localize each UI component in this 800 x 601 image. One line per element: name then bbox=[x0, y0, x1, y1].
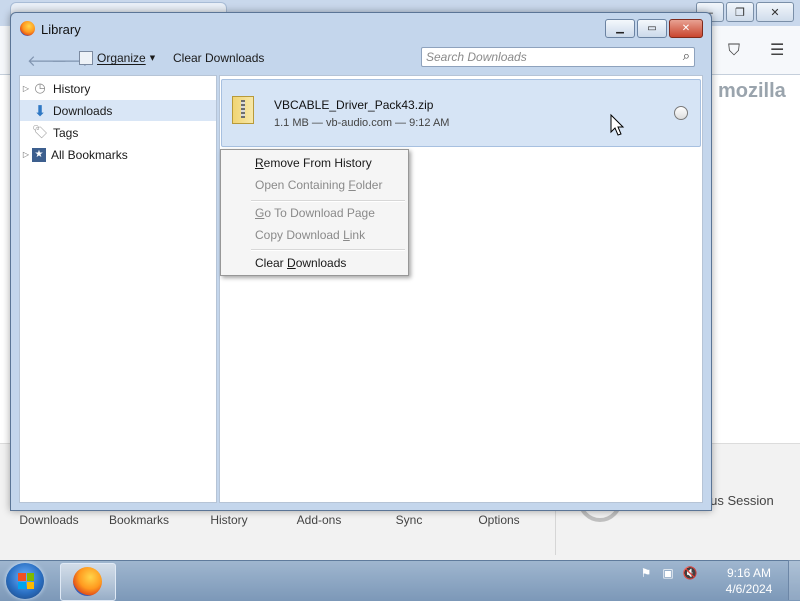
sidebar-item-history[interactable]: ▷ ◷ History bbox=[20, 78, 216, 99]
star-bookmark-icon: ★ bbox=[32, 147, 46, 162]
menu-separator bbox=[251, 200, 405, 202]
organize-label: Organize bbox=[97, 51, 146, 65]
sidebar-item-label: Tags bbox=[53, 125, 79, 140]
restore-button[interactable]: ❐ bbox=[726, 2, 754, 22]
tag-icon: 🏷 bbox=[31, 125, 49, 140]
volume-muted-icon[interactable]: 🔇 bbox=[682, 565, 698, 581]
menu-item-go-to-download-page[interactable]: Go To Download Page bbox=[223, 203, 406, 224]
menu-hamburger-icon[interactable]: ☰ bbox=[770, 40, 784, 59]
start-button[interactable] bbox=[6, 563, 44, 599]
launcher-history[interactable]: History bbox=[184, 513, 274, 527]
clock-icon: ◷ bbox=[34, 81, 46, 96]
library-toolbar: 🡐 🡒 Organize ▼ Clear Downloads ⌕ bbox=[19, 45, 701, 73]
library-caption-buttons: ▁ ▭ ✕ bbox=[605, 19, 703, 38]
sidebar-item-label: Downloads bbox=[53, 103, 113, 118]
launcher-sync[interactable]: Sync bbox=[364, 513, 454, 527]
mozilla-logo: mozilla bbox=[718, 80, 786, 102]
launcher-bookmarks[interactable]: Bookmarks bbox=[94, 513, 184, 527]
sidebar-item-downloads[interactable]: ⬇ Downloads bbox=[20, 100, 216, 121]
clock-time: 9:16 AM bbox=[726, 566, 772, 580]
firefox-icon bbox=[73, 567, 102, 596]
maximize-button[interactable]: ▭ bbox=[637, 19, 667, 38]
launcher-addons[interactable]: Add-ons bbox=[274, 513, 364, 527]
launcher-options[interactable]: Options bbox=[454, 513, 544, 527]
download-item[interactable]: VBCABLE_Driver_Pack43.zip 1.1 MB — vb-au… bbox=[221, 79, 701, 147]
menu-item-remove-from-history[interactable]: Remove From History bbox=[223, 153, 406, 174]
sidebar-item-tags[interactable]: 🏷 Tags bbox=[20, 122, 216, 143]
clock-date: 4/6/2024 bbox=[725, 582, 773, 596]
expand-twisty-icon[interactable]: ▷ bbox=[20, 150, 32, 159]
menu-item-clear-downloads[interactable]: Clear Downloads bbox=[223, 253, 406, 274]
action-center-flag-icon[interactable]: ⚑ bbox=[638, 565, 654, 581]
library-sidebar: ▷ ◷ History ⬇ Downloads 🏷 Tags ▷ ★ All B… bbox=[19, 75, 217, 503]
search-input[interactable] bbox=[426, 48, 670, 66]
search-box: ⌕ bbox=[421, 47, 695, 67]
menu-separator bbox=[251, 249, 405, 251]
organize-button[interactable]: Organize ▼ bbox=[79, 51, 155, 65]
sidebar-item-label: All Bookmarks bbox=[51, 147, 128, 162]
expand-twisty-icon[interactable]: ▷ bbox=[20, 84, 32, 93]
close-button[interactable]: ✕ bbox=[669, 19, 703, 38]
mouse-cursor-icon bbox=[610, 113, 625, 136]
launcher-downloads[interactable]: Downloads bbox=[4, 513, 94, 527]
taskbar-firefox-button[interactable] bbox=[60, 563, 116, 601]
download-arrow-icon: ⬇ bbox=[33, 101, 47, 120]
network-icon[interactable]: ▣ bbox=[660, 565, 676, 581]
system-tray: ⚑ ▣ 🔇 bbox=[638, 565, 698, 581]
close-button[interactable]: ✕ bbox=[756, 2, 794, 22]
window-title: Library bbox=[41, 22, 81, 37]
pocket-icon[interactable]: ⛉ bbox=[728, 40, 740, 60]
sidebar-item-label: History bbox=[53, 81, 91, 96]
zip-file-icon bbox=[232, 96, 254, 124]
clear-downloads-button[interactable]: Clear Downloads bbox=[173, 51, 264, 65]
chevron-down-icon: ▼ bbox=[149, 54, 156, 62]
sidebar-item-all-bookmarks[interactable]: ▷ ★ All Bookmarks bbox=[20, 144, 216, 165]
menu-item-copy-download-link[interactable]: Copy Download Link bbox=[223, 225, 406, 246]
downloads-list: VBCABLE_Driver_Pack43.zip 1.1 MB — vb-au… bbox=[219, 75, 703, 503]
download-meta: 1.1 MB — vb-audio.com — 9:12 AM bbox=[274, 117, 450, 129]
organize-icon bbox=[79, 51, 93, 65]
retry-icon[interactable] bbox=[674, 106, 688, 120]
firefox-icon bbox=[20, 21, 35, 36]
windows-logo-icon bbox=[18, 573, 34, 589]
minimize-button[interactable]: ▁ bbox=[605, 19, 635, 38]
show-desktop-button[interactable] bbox=[788, 560, 800, 600]
context-menu: Remove From History Open Containing Fold… bbox=[220, 149, 409, 276]
menu-item-open-containing-folder[interactable]: Open Containing Folder bbox=[223, 175, 406, 196]
taskbar-clock[interactable]: 9:16 AM 4/6/2024 bbox=[718, 565, 780, 597]
search-icon[interactable]: ⌕ bbox=[683, 49, 690, 64]
download-filename: VBCABLE_Driver_Pack43.zip bbox=[274, 98, 434, 112]
